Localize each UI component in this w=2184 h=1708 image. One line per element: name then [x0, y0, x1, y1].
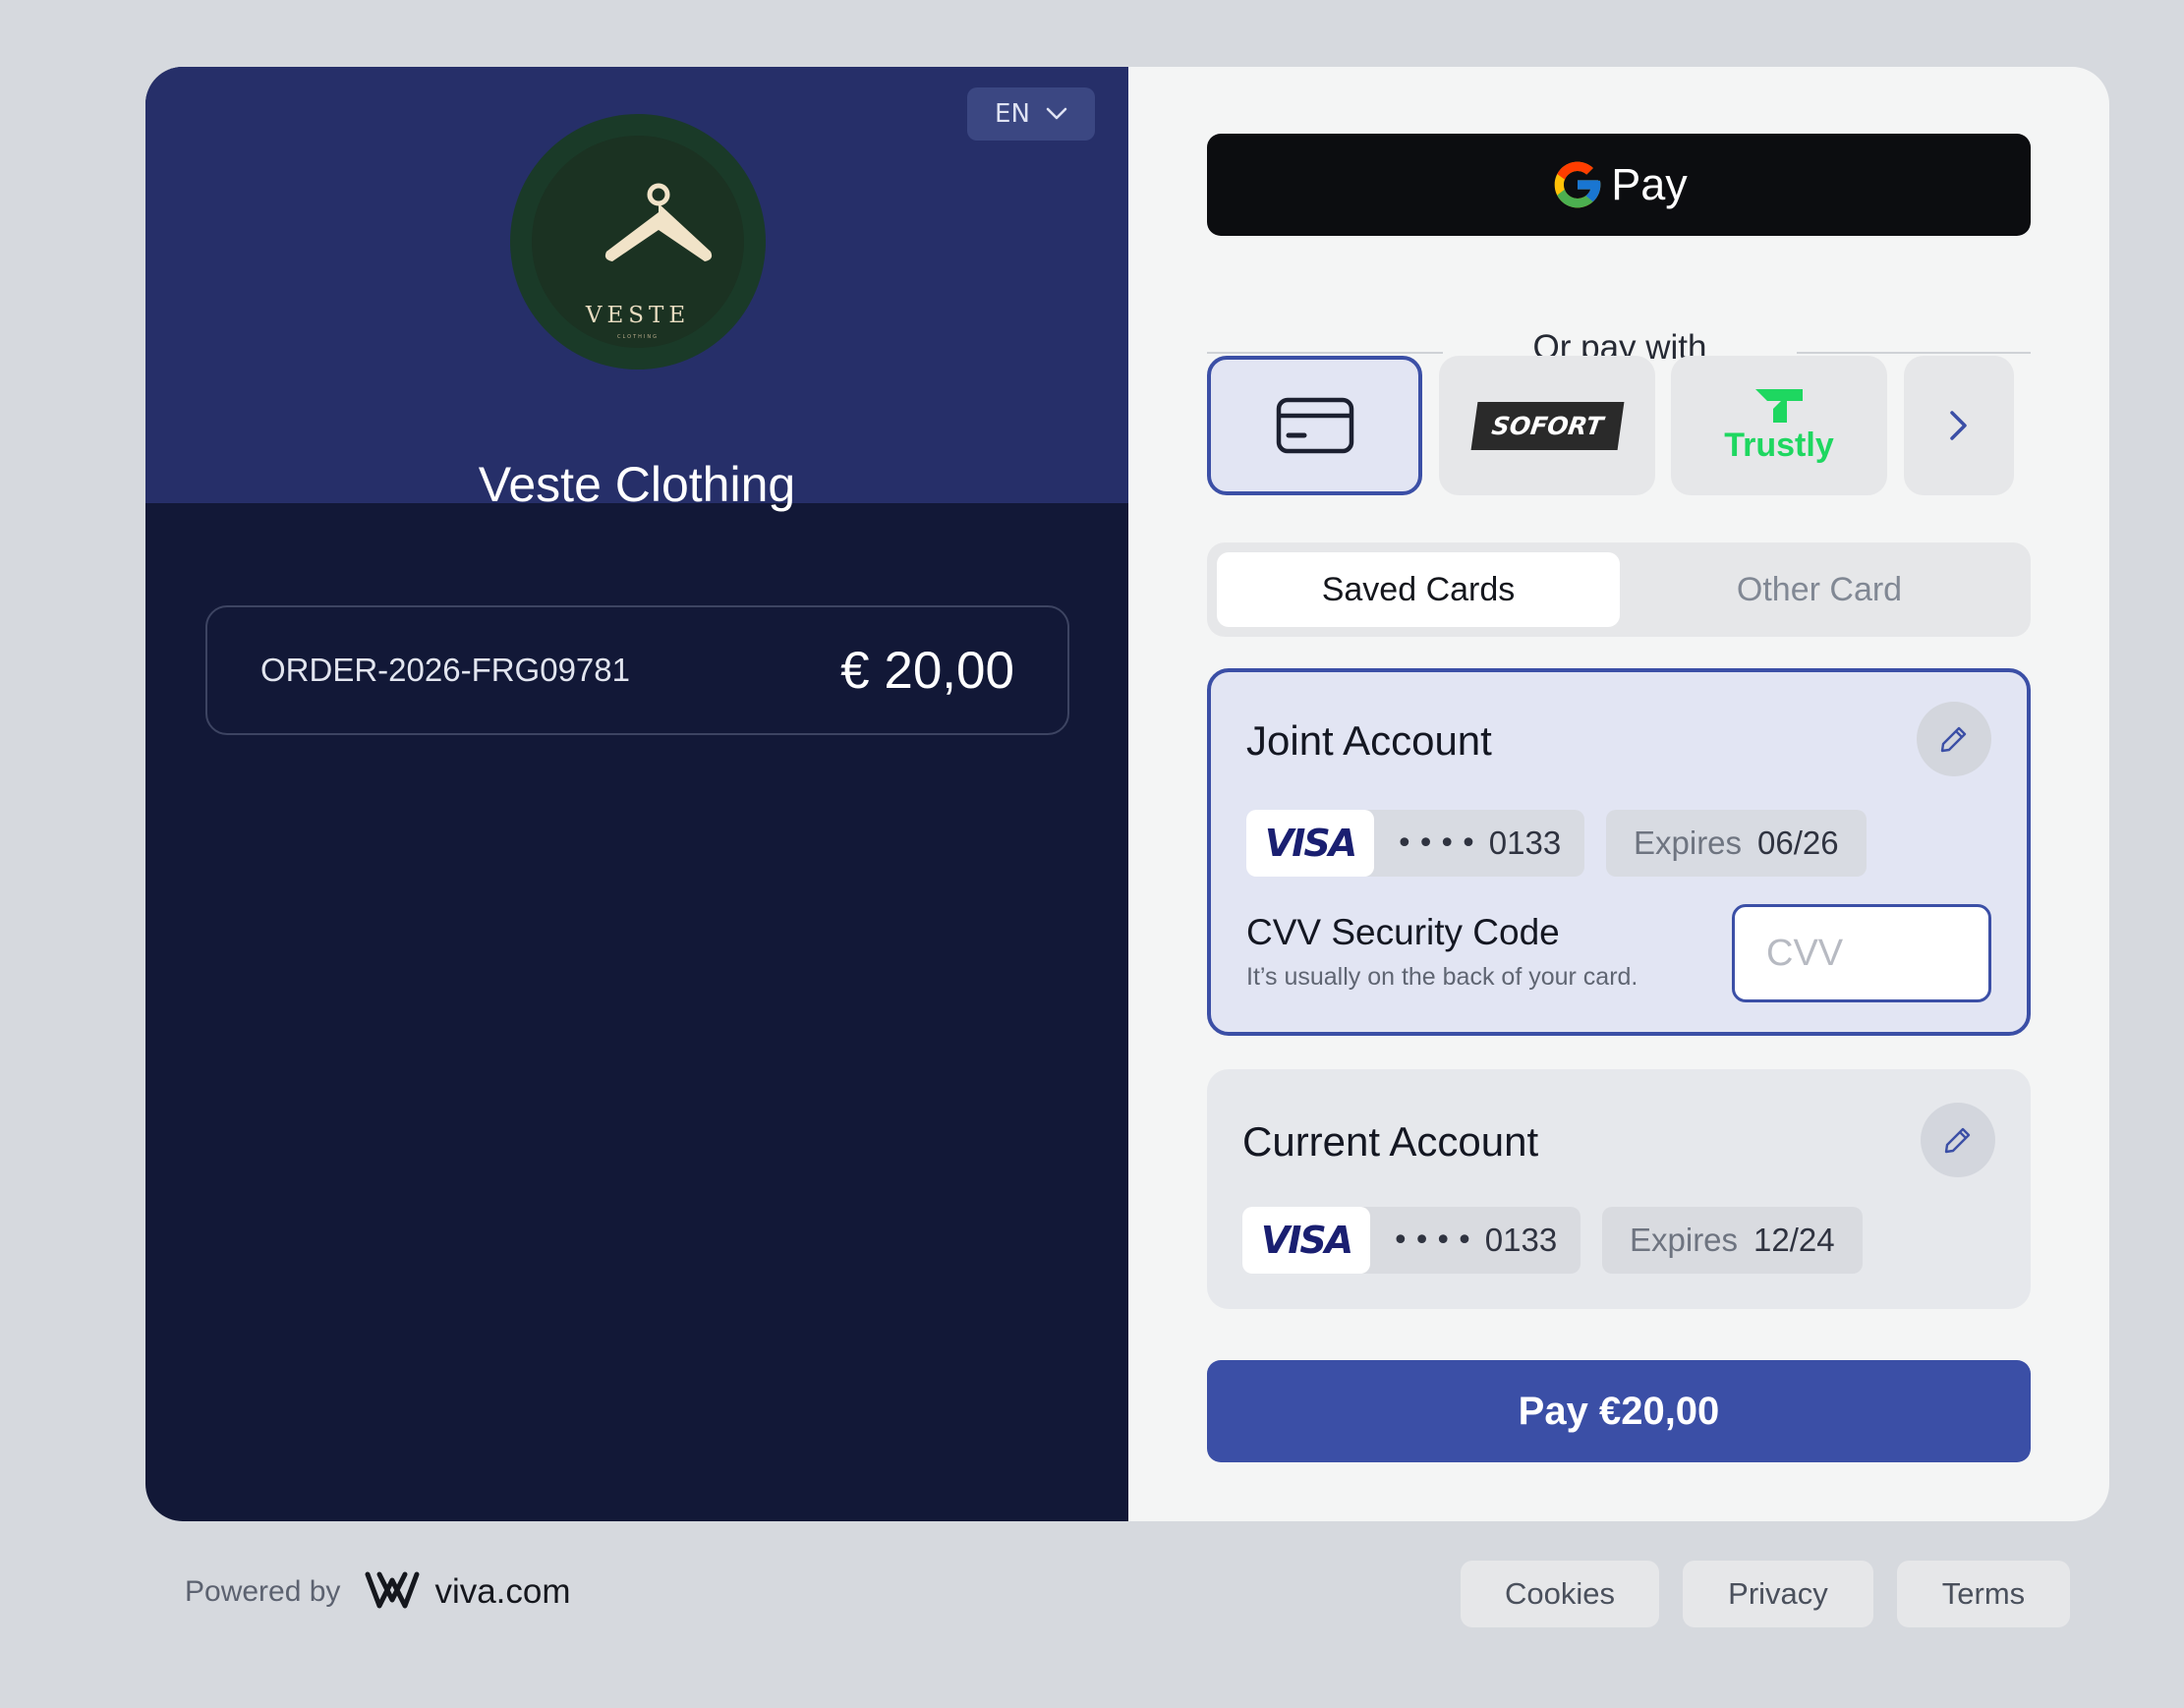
order-panel: EN VESTE CLOTHING Veste Clothing ORDER-2… — [145, 67, 1128, 1521]
edit-card-button[interactable] — [1917, 702, 1991, 776]
viva-logo-icon — [364, 1570, 421, 1614]
google-pay-label: Pay — [1611, 159, 1688, 209]
expires-label: Expires — [1630, 1222, 1739, 1258]
account-title: Current Account — [1242, 1118, 1539, 1165]
method-trustly[interactable]: Trustly — [1671, 356, 1887, 495]
card-last4: 0133 — [1488, 825, 1562, 861]
privacy-link[interactable]: Privacy — [1683, 1561, 1873, 1627]
chevron-down-icon — [1046, 107, 1067, 120]
tab-other-card[interactable]: Other Card — [1618, 552, 2021, 627]
viva-link[interactable]: viva.com — [434, 1572, 570, 1612]
more-methods-button[interactable] — [1904, 356, 2014, 495]
chevron-right-icon — [1950, 411, 1967, 440]
trustly-icon — [1755, 388, 1803, 423]
sofort-logo: SOFORT — [1470, 401, 1624, 450]
logo-subtext: CLOTHING — [617, 334, 659, 340]
pay-button[interactable]: Pay €20,00 — [1207, 1360, 2031, 1462]
logo-wordmark: VESTE — [585, 303, 691, 328]
saved-card-joint-account[interactable]: Joint Account VISA •••• 0133 Expires 06/… — [1207, 668, 2031, 1036]
visa-logo: VISA — [1246, 810, 1374, 877]
expires-label: Expires — [1634, 825, 1743, 861]
method-sofort[interactable]: SOFORT — [1439, 356, 1655, 495]
method-card[interactable] — [1207, 356, 1422, 495]
google-g-icon — [1554, 161, 1601, 208]
pencil-icon — [1944, 1127, 1971, 1154]
cvv-title: CVV Security Code — [1246, 912, 1560, 952]
terms-link[interactable]: Terms — [1897, 1561, 2070, 1627]
cvv-input[interactable] — [1732, 904, 1991, 1002]
account-title: Joint Account — [1246, 717, 1492, 764]
card-tabs: Saved Cards Other Card — [1207, 542, 2031, 637]
powered-by-label: Powered by — [185, 1575, 341, 1608]
card-number-chip: VISA •••• 0133 — [1242, 1207, 1581, 1274]
expires-value: 12/24 — [1753, 1222, 1835, 1258]
masked-dots: •••• — [1396, 826, 1481, 861]
hanger-icon — [604, 183, 713, 261]
pencil-icon — [1940, 726, 1967, 753]
visa-logo: VISA — [1242, 1207, 1370, 1274]
masked-dots: •••• — [1392, 1223, 1477, 1258]
language-label: EN — [995, 99, 1030, 129]
google-pay-button[interactable]: Pay — [1207, 134, 2031, 236]
expiry-chip: Expires 06/26 — [1606, 810, 1867, 877]
merchant-header: EN VESTE CLOTHING Veste Clothing — [145, 67, 1128, 512]
tab-saved-cards[interactable]: Saved Cards — [1217, 552, 1620, 627]
payment-panel: Pay Or pay with SOFORT Trustly Saved Car… — [1128, 67, 2109, 1521]
card-last4: 0133 — [1484, 1222, 1558, 1258]
expires-value: 06/26 — [1757, 825, 1839, 861]
order-id: ORDER-2026-FRG09781 — [260, 652, 630, 688]
order-amount: € 20,00 — [840, 641, 1014, 700]
edit-card-button[interactable] — [1921, 1103, 1995, 1177]
language-selector[interactable]: EN — [967, 87, 1095, 141]
saved-card-current-account[interactable]: Current Account VISA •••• 0133 Expires 1… — [1207, 1069, 2031, 1309]
merchant-logo: VESTE CLOTHING — [510, 114, 766, 370]
credit-card-icon — [1276, 397, 1353, 454]
cvv-hint: It’s usually on the back of your card. — [1246, 963, 1638, 991]
merchant-name: Veste Clothing — [478, 457, 796, 512]
powered-by: Powered by viva.com — [185, 1570, 571, 1614]
cookies-link[interactable]: Cookies — [1461, 1561, 1659, 1627]
expiry-chip: Expires 12/24 — [1602, 1207, 1863, 1274]
checkout-card: EN VESTE CLOTHING Veste Clothing ORDER-2… — [145, 67, 2109, 1521]
order-summary: ORDER-2026-FRG09781 € 20,00 — [205, 605, 1069, 735]
card-number-chip: VISA •••• 0133 — [1246, 810, 1585, 877]
trustly-label: Trustly — [1724, 426, 1834, 464]
